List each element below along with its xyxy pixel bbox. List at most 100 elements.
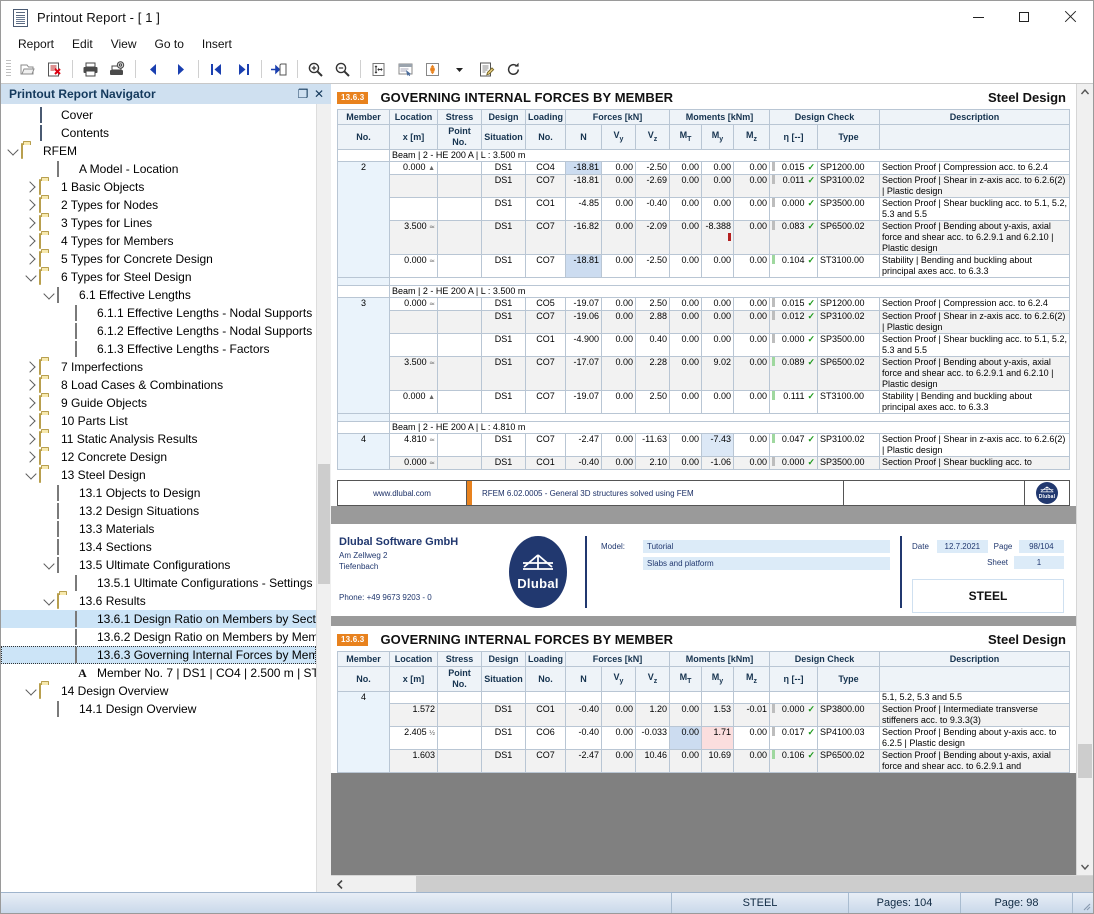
tree-item[interactable]: 13.4 Sections [1, 538, 316, 556]
table-row[interactable]: DS1CO1-4.850.00-0.400.000.000.000.000✓SP… [338, 198, 1070, 221]
tree-item[interactable]: Cover [1, 106, 316, 124]
table-row[interactable]: 30.000 ≃DS1CO5-19.070.002.500.000.000.00… [338, 298, 1070, 311]
last-page-button[interactable] [230, 56, 257, 82]
menu-item-edit[interactable]: Edit [63, 34, 102, 54]
tree-item[interactable]: 1 Basic Objects [1, 178, 316, 196]
table-row[interactable]: 44.810 ≃DS1CO7-2.470.00-11.630.00-7.430.… [338, 434, 1070, 457]
model-description-value[interactable]: Slabs and platform [643, 557, 890, 570]
tree-item[interactable]: 13.6 Results [1, 592, 316, 610]
tree-item[interactable]: 13.2 Design Situations [1, 502, 316, 520]
selection-button[interactable] [419, 56, 446, 82]
resize-grip[interactable] [1073, 893, 1093, 913]
edit-button[interactable] [473, 56, 500, 82]
governing-forces-table-2[interactable]: MemberLocationStressDesignLoadingForces … [337, 651, 1070, 773]
chevron-right-icon[interactable] [23, 395, 39, 411]
table-row[interactable]: 45.1, 5.2, 5.3 and 5.5 [338, 692, 1070, 704]
tree-item[interactable]: AMember No. 7 | DS1 | CO4 | 2.500 m | ST… [1, 664, 316, 682]
next-page-button[interactable] [167, 56, 194, 82]
chevron-down-icon[interactable] [5, 143, 21, 159]
print-button[interactable] [77, 56, 104, 82]
tree-item[interactable]: 11 Static Analysis Results [1, 430, 316, 448]
tree-item[interactable]: 13.1 Objects to Design [1, 484, 316, 502]
chevron-right-icon[interactable] [23, 377, 39, 393]
navigator-close-button[interactable]: ✕ [311, 86, 327, 102]
menu-item-goto[interactable]: Go to [146, 34, 193, 54]
tree-item[interactable]: 12 Concrete Design [1, 448, 316, 466]
table-row[interactable]: 0.000 ≃DS1CO7-18.810.00-2.500.000.000.00… [338, 255, 1070, 278]
header-footer-button[interactable] [392, 56, 419, 82]
tree-item[interactable]: 6 Types for Steel Design [1, 268, 316, 286]
chevron-right-icon[interactable] [23, 359, 39, 375]
tree-item[interactable]: 6.1 Effective Lengths [1, 286, 316, 304]
scroll-down-button[interactable] [1077, 859, 1093, 875]
chevron-right-icon[interactable] [23, 215, 39, 231]
tree-item[interactable]: RFEM [1, 142, 316, 160]
governing-forces-table[interactable]: MemberLocationStressDesignLoadingForces … [337, 109, 1070, 470]
delete-report-button[interactable] [41, 56, 68, 82]
tree-item[interactable]: 2 Types for Nodes [1, 196, 316, 214]
chevron-right-icon[interactable] [23, 197, 39, 213]
tree-item[interactable]: 13.5 Ultimate Configurations [1, 556, 316, 574]
toolbar-grip[interactable] [6, 60, 11, 78]
tree-item[interactable]: 14.1 Design Overview [1, 700, 316, 718]
chevron-right-icon[interactable] [23, 233, 39, 249]
zoom-out-button[interactable] [329, 56, 356, 82]
scroll-up-button[interactable] [1077, 84, 1093, 100]
footer-website[interactable]: www.dlubal.com [338, 481, 467, 505]
table-row[interactable]: DS1CO7-19.060.002.880.000.000.000.012✓SP… [338, 311, 1070, 334]
chevron-down-icon[interactable] [41, 557, 57, 573]
navigator-vertical-scrollbar[interactable] [316, 104, 331, 892]
chevron-down-icon[interactable] [23, 683, 39, 699]
tree-item[interactable]: 4 Types for Members [1, 232, 316, 250]
chevron-right-icon[interactable] [23, 413, 39, 429]
open-report-button[interactable] [14, 56, 41, 82]
table-row[interactable]: 1.572DS1CO1-0.400.001.200.001.53-0.010.0… [338, 704, 1070, 727]
tree-item[interactable]: 13.6.2 Design Ratio on Members by Member [1, 628, 316, 646]
chevron-right-icon[interactable] [23, 431, 39, 447]
chevron-right-icon[interactable] [23, 179, 39, 195]
tree-item[interactable]: 13.6.1 Design Ratio on Members by Sectio… [1, 610, 316, 628]
tree-item[interactable]: 13 Steel Design [1, 466, 316, 484]
print-setup-button[interactable] [104, 56, 131, 82]
table-row[interactable]: 0.000 ▲DS1CO7-19.070.002.500.000.000.000… [338, 391, 1070, 414]
chevron-right-icon[interactable] [23, 449, 39, 465]
table-row[interactable]: 1.603DS1CO7-2.470.0010.460.0010.690.000.… [338, 750, 1070, 773]
document-scroll-thumb[interactable] [1078, 744, 1092, 778]
table-row[interactable]: DS1CO1-4.9000.000.400.000.000.000.000✓SP… [338, 334, 1070, 357]
chevron-right-icon[interactable] [23, 251, 39, 267]
hscroll-track[interactable] [348, 876, 1093, 892]
table-row[interactable]: 3.500 ≃DS1CO7-17.070.002.280.009.020.000… [338, 357, 1070, 391]
go-to-page-button[interactable] [266, 56, 293, 82]
page-viewport[interactable]: 13.6.3 GOVERNING INTERNAL FORCES BY MEMB… [331, 84, 1076, 875]
table-row[interactable]: 0.000 ≃DS1CO1-0.400.002.100.00-1.060.000… [338, 457, 1070, 470]
chevron-down-icon[interactable] [23, 467, 39, 483]
tree-item[interactable]: 5 Types for Concrete Design [1, 250, 316, 268]
table-row[interactable]: DS1CO7-18.810.00-2.690.000.000.000.011✓S… [338, 175, 1070, 198]
refresh-button[interactable] [500, 56, 527, 82]
tree-item[interactable]: 13.5.1 Ultimate Configurations - Setting… [1, 574, 316, 592]
scroll-left-button[interactable] [331, 876, 348, 892]
document-horizontal-scrollbar[interactable] [331, 875, 1093, 892]
tree-item[interactable]: 10 Parts List [1, 412, 316, 430]
menu-item-report[interactable]: Report [9, 34, 63, 54]
tree-item[interactable]: 6.1.2 Effective Lengths - Nodal Supports… [1, 322, 316, 340]
tree-item[interactable]: Contents [1, 124, 316, 142]
tree-item[interactable]: 7 Imperfections [1, 358, 316, 376]
minimize-button[interactable] [955, 1, 1001, 33]
navigator-scroll-thumb[interactable] [318, 464, 330, 584]
tree-item[interactable]: 6.1.3 Effective Lengths - Factors [1, 340, 316, 358]
close-button[interactable] [1047, 1, 1093, 33]
model-name-value[interactable]: Tutorial [643, 540, 890, 553]
chevron-down-icon[interactable] [41, 593, 57, 609]
table-row[interactable]: 3.500 ≃DS1CO7-16.820.00-2.090.00-8.3880.… [338, 221, 1070, 255]
table-row[interactable]: 20.000 ▲DS1CO4-18.810.00-2.500.000.000.0… [338, 162, 1070, 175]
tree-item[interactable]: 6.1.1 Effective Lengths - Nodal Supports [1, 304, 316, 322]
menu-item-insert[interactable]: Insert [193, 34, 241, 54]
tree-item[interactable]: 13.6.3 Governing Internal Forces by Memb… [1, 646, 316, 664]
maximize-button[interactable] [1001, 1, 1047, 33]
tree-item[interactable]: 3 Types for Lines [1, 214, 316, 232]
table-row[interactable]: 2.405 ½DS1CO6-0.400.00-0.0330.001.710.00… [338, 727, 1070, 750]
page-setup-button[interactable] [365, 56, 392, 82]
document-vertical-scrollbar[interactable] [1076, 84, 1093, 875]
hscroll-thumb[interactable] [416, 876, 1093, 892]
